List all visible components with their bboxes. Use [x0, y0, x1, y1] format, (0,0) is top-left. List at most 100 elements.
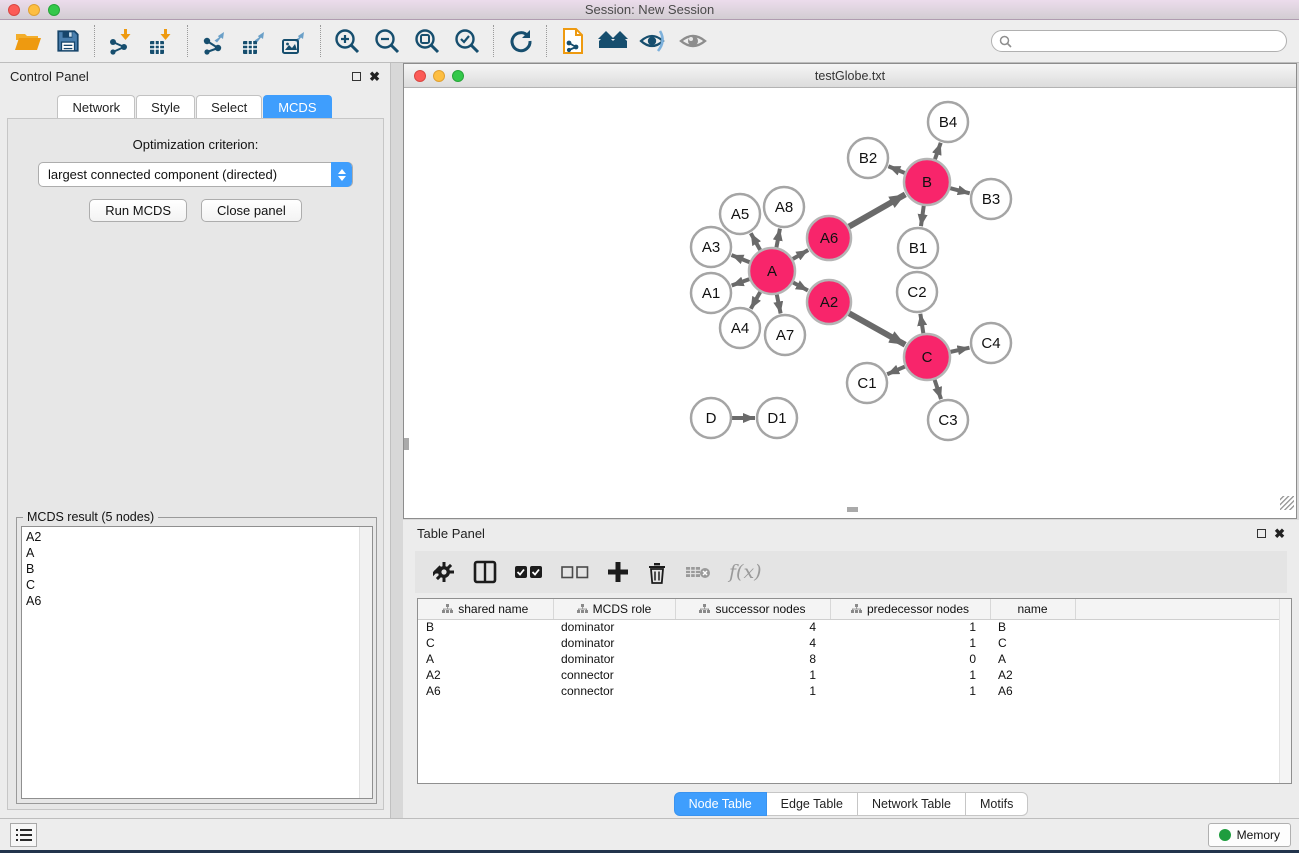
graph-node-A8[interactable]: A8 [764, 187, 804, 227]
graph-edge-B-B4[interactable] [935, 143, 941, 160]
graph-edge-B-B3[interactable] [950, 188, 970, 193]
result-item[interactable]: A2 [26, 529, 372, 545]
hide-graphics-details-icon[interactable] [633, 23, 673, 59]
graph-edge-C-C2[interactable] [920, 314, 923, 334]
network-minimize-button[interactable] [433, 70, 445, 82]
tab-motifs[interactable]: Motifs [966, 792, 1028, 816]
close-panel-button[interactable]: Close panel [201, 199, 302, 222]
graph-node-B4[interactable]: B4 [928, 102, 968, 142]
tab-network[interactable]: Network [57, 95, 135, 119]
graph-edge-A-A6[interactable] [793, 250, 808, 259]
network-canvas[interactable]: B4B2BB3A5A8A6B1A3AC2A1A2A4A7C4CC1DD1C3 [404, 88, 1296, 512]
graph-edge-B-B2[interactable] [888, 166, 904, 173]
open-file-icon[interactable] [8, 23, 48, 59]
tab-edge-table[interactable]: Edge Table [767, 792, 858, 816]
tab-style[interactable]: Style [136, 95, 195, 119]
table-row[interactable]: Adominator80A [418, 651, 1291, 667]
export-network-icon[interactable] [194, 23, 234, 59]
delete-column-trash-icon[interactable] [647, 561, 667, 584]
column-header-shared-name[interactable]: shared name [418, 599, 553, 619]
graph-node-B2[interactable]: B2 [848, 138, 888, 178]
minimize-window-button[interactable] [28, 4, 40, 16]
graph-node-A2[interactable]: A2 [807, 280, 851, 324]
graph-node-D1[interactable]: D1 [757, 398, 797, 438]
column-header-MCDS-role[interactable]: MCDS role [553, 599, 675, 619]
network-overview-icon[interactable] [593, 23, 633, 59]
criterion-dropdown[interactable]: largest connected component (directed) [38, 162, 353, 187]
create-column-plus-icon[interactable] [607, 561, 629, 583]
column-header-name[interactable]: name [990, 599, 1075, 619]
table-row[interactable]: A6connector11A6 [418, 683, 1291, 699]
graph-node-D[interactable]: D [691, 398, 731, 438]
column-header-predecessor-nodes[interactable]: predecessor nodes [830, 599, 990, 619]
graph-edge-C-C4[interactable] [950, 348, 969, 352]
refresh-icon[interactable] [500, 23, 540, 59]
float-table-panel-icon[interactable] [1257, 529, 1266, 538]
table-scrollbar[interactable] [1279, 599, 1291, 783]
graph-node-A5[interactable]: A5 [720, 194, 760, 234]
network-close-button[interactable] [414, 70, 426, 82]
tab-select[interactable]: Select [196, 95, 262, 119]
graph-node-A7[interactable]: A7 [765, 315, 805, 355]
float-panel-icon[interactable] [352, 72, 361, 81]
result-item[interactable]: C [26, 577, 372, 593]
graph-edge-C-C1[interactable] [887, 367, 905, 375]
result-item[interactable]: B [26, 561, 372, 577]
graph-node-B1[interactable]: B1 [898, 228, 938, 268]
tab-mcds[interactable]: MCDS [263, 95, 331, 119]
result-item[interactable]: A [26, 545, 372, 561]
graph-node-A6[interactable]: A6 [807, 216, 851, 260]
graph-node-C1[interactable]: C1 [847, 363, 887, 403]
close-table-panel-icon[interactable]: ✖ [1274, 529, 1285, 538]
graph-node-C[interactable]: C [904, 334, 950, 380]
memory-button[interactable]: Memory [1208, 823, 1291, 847]
graph-edge-A-A3[interactable] [731, 255, 749, 262]
graph-edge-A-A7[interactable] [777, 295, 781, 314]
graph-node-B[interactable]: B [904, 159, 950, 205]
zoom-selected-icon[interactable] [447, 23, 487, 59]
graph-edge-A2-C[interactable] [849, 313, 905, 345]
close-panel-icon[interactable]: ✖ [369, 72, 380, 81]
tab-node-table[interactable]: Node Table [674, 792, 767, 816]
graph-node-C4[interactable]: C4 [971, 323, 1011, 363]
maximize-window-button[interactable] [48, 4, 60, 16]
graph-edge-A6-B[interactable] [849, 194, 905, 226]
search-input[interactable] [991, 30, 1287, 52]
graph-edge-A-A5[interactable] [751, 233, 760, 250]
save-session-icon[interactable] [48, 23, 88, 59]
table-row[interactable]: Bdominator41B [418, 619, 1291, 635]
tab-network-table[interactable]: Network Table [858, 792, 966, 816]
table-settings-gear-icon[interactable] [433, 561, 455, 583]
table-row[interactable]: Cdominator41C [418, 635, 1291, 651]
canvas-vertical-scrollbar[interactable] [404, 438, 409, 450]
graph-node-C3[interactable]: C3 [928, 400, 968, 440]
graph-node-C2[interactable]: C2 [897, 272, 937, 312]
graph-edge-A-A2[interactable] [793, 282, 808, 290]
graph-node-A4[interactable]: A4 [720, 308, 760, 348]
delete-table-icon[interactable] [685, 564, 711, 580]
clone-network-icon[interactable] [553, 23, 593, 59]
graph-edge-C-C3[interactable] [935, 380, 941, 399]
graph-node-B3[interactable]: B3 [971, 179, 1011, 219]
graph-node-A3[interactable]: A3 [691, 227, 731, 267]
export-image-icon[interactable] [274, 23, 314, 59]
network-window-titlebar[interactable]: testGlobe.txt [404, 64, 1296, 88]
graph-node-A[interactable]: A [749, 248, 795, 294]
zoom-out-icon[interactable] [367, 23, 407, 59]
canvas-horizontal-scrollbar[interactable] [847, 507, 858, 512]
export-table-icon[interactable] [234, 23, 274, 59]
graph-edge-A-A1[interactable] [732, 279, 750, 285]
mcds-result-list[interactable]: A2ABCA6 [21, 526, 373, 799]
deselect-all-columns-icon[interactable] [561, 565, 589, 579]
show-graphics-details-icon[interactable] [673, 23, 713, 59]
show-column-panel-icon[interactable] [473, 560, 497, 584]
network-maximize-button[interactable] [452, 70, 464, 82]
import-table-icon[interactable] [141, 23, 181, 59]
graph-edge-A-A8[interactable] [776, 229, 780, 248]
result-item[interactable]: A6 [26, 593, 372, 609]
graph-edge-B-B1[interactable] [921, 206, 924, 226]
task-history-button[interactable] [10, 823, 37, 847]
function-builder-icon[interactable]: f(x) [729, 561, 762, 583]
import-network-icon[interactable] [101, 23, 141, 59]
graph-edge-A-A4[interactable] [751, 292, 760, 309]
